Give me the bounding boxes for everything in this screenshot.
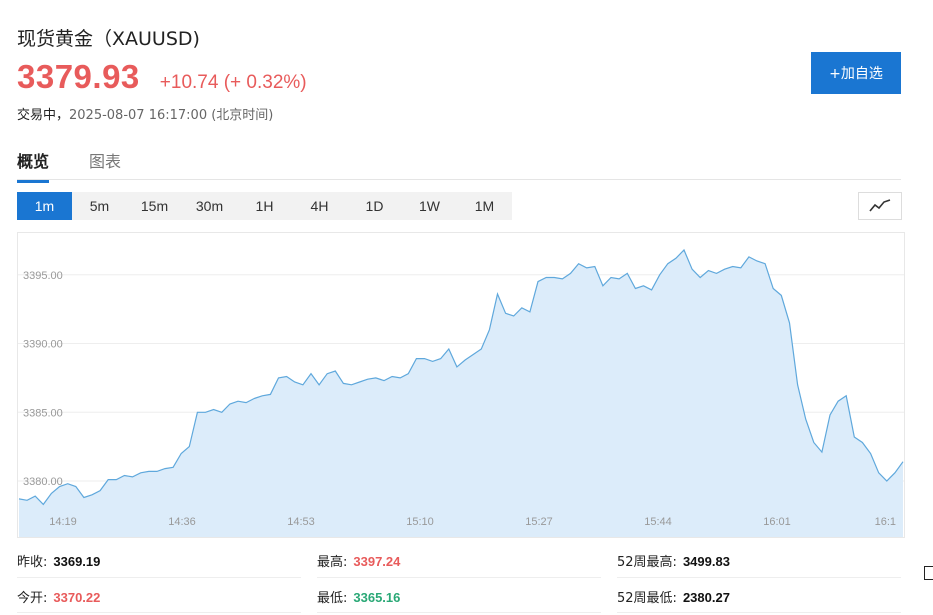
stat-high: 最高: 3397.24 bbox=[317, 551, 400, 570]
stat-52w-low: 52周最低: 2380.27 bbox=[617, 587, 730, 606]
stat-low: 最低: 3365.16 bbox=[317, 587, 400, 606]
divider bbox=[17, 577, 301, 578]
stat-label: 最低: bbox=[317, 591, 348, 606]
stat-prev-close: 昨收: 3369.19 bbox=[17, 551, 100, 570]
x-tick-label: 14:53 bbox=[287, 516, 315, 528]
chart-type-button[interactable] bbox=[858, 192, 902, 220]
interval-selector: 1m 5m 15m 30m 1H 4H 1D 1W 1M bbox=[17, 192, 512, 220]
divider bbox=[317, 612, 601, 613]
interval-5m[interactable]: 5m bbox=[72, 192, 127, 220]
interval-1h[interactable]: 1H bbox=[237, 192, 292, 220]
price-area bbox=[19, 250, 903, 537]
y-tick-label: 3385.00 bbox=[23, 407, 63, 419]
x-tick-label: 15:27 bbox=[525, 516, 553, 528]
line-chart-icon bbox=[869, 199, 891, 212]
add-watchlist-button[interactable]: +加自选 bbox=[811, 52, 901, 94]
x-tick-label: 16:1 bbox=[875, 516, 896, 528]
stat-label: 今开: bbox=[17, 591, 48, 606]
y-tick-label: 3380.00 bbox=[23, 476, 63, 488]
stat-label: 52周最高: bbox=[617, 555, 677, 570]
stat-52w-high: 52周最高: 3499.83 bbox=[617, 551, 730, 570]
interval-1m[interactable]: 1m bbox=[17, 192, 72, 220]
x-tick-label: 14:19 bbox=[49, 516, 77, 528]
price-chart[interactable]: 3380.00 3385.00 3390.00 3395.00 14:19 14:36 1… bbox=[17, 232, 905, 538]
stat-value: 2380.27 bbox=[682, 590, 730, 605]
interval-4h[interactable]: 4H bbox=[292, 192, 347, 220]
stat-label: 最高: bbox=[317, 555, 348, 570]
divider bbox=[17, 612, 301, 613]
price-row: 3379.93 +10.74 (+ 0.32%) bbox=[17, 58, 307, 96]
interval-15m[interactable]: 15m bbox=[127, 192, 182, 220]
interval-30m[interactable]: 30m bbox=[182, 192, 237, 220]
interval-1d[interactable]: 1D bbox=[347, 192, 402, 220]
y-tick-label: 3390.00 bbox=[23, 339, 63, 351]
stat-value: 3499.83 bbox=[682, 554, 730, 569]
divider bbox=[617, 577, 901, 578]
stat-value: 3370.22 bbox=[53, 590, 101, 605]
trading-status: 交易中，2025-08-07 16:17:00 (北京时间) bbox=[17, 104, 273, 123]
page-title: 现货黄金（XAUUSD) bbox=[17, 28, 200, 50]
x-tick-label: 15:44 bbox=[644, 516, 672, 528]
x-tick-label: 16:01 bbox=[763, 516, 791, 528]
price-change: +10.74 (+ 0.32%) bbox=[159, 72, 307, 93]
stat-open: 今开: 3370.22 bbox=[17, 587, 100, 606]
stat-label: 52周最低: bbox=[617, 591, 677, 606]
tab-chart[interactable]: 图表 bbox=[89, 148, 121, 180]
price-chart-svg: 3380.00 3385.00 3390.00 3395.00 14:19 14:36 1… bbox=[18, 248, 904, 537]
tab-overview[interactable]: 概览 bbox=[17, 148, 50, 183]
y-tick-label: 3395.00 bbox=[23, 270, 63, 282]
divider bbox=[617, 612, 901, 613]
stat-label: 昨收: bbox=[17, 555, 48, 570]
stat-value: 3369.19 bbox=[53, 554, 101, 569]
stat-value: 3397.24 bbox=[353, 554, 401, 569]
x-tick-label: 14:36 bbox=[168, 516, 196, 528]
stat-value: 3365.16 bbox=[353, 590, 401, 605]
current-price: 3379.93 bbox=[17, 58, 140, 95]
status-prefix: 交易中， bbox=[17, 108, 70, 123]
side-panel-icon[interactable] bbox=[924, 566, 933, 580]
divider bbox=[317, 577, 601, 578]
interval-1w[interactable]: 1W bbox=[402, 192, 457, 220]
status-timestamp: 2025-08-07 16:17:00 (北京时间) bbox=[69, 108, 274, 123]
tab-bar: 概览 图表 bbox=[17, 146, 901, 183]
x-tick-label: 15:10 bbox=[406, 516, 434, 528]
interval-1mo[interactable]: 1M bbox=[457, 192, 512, 220]
